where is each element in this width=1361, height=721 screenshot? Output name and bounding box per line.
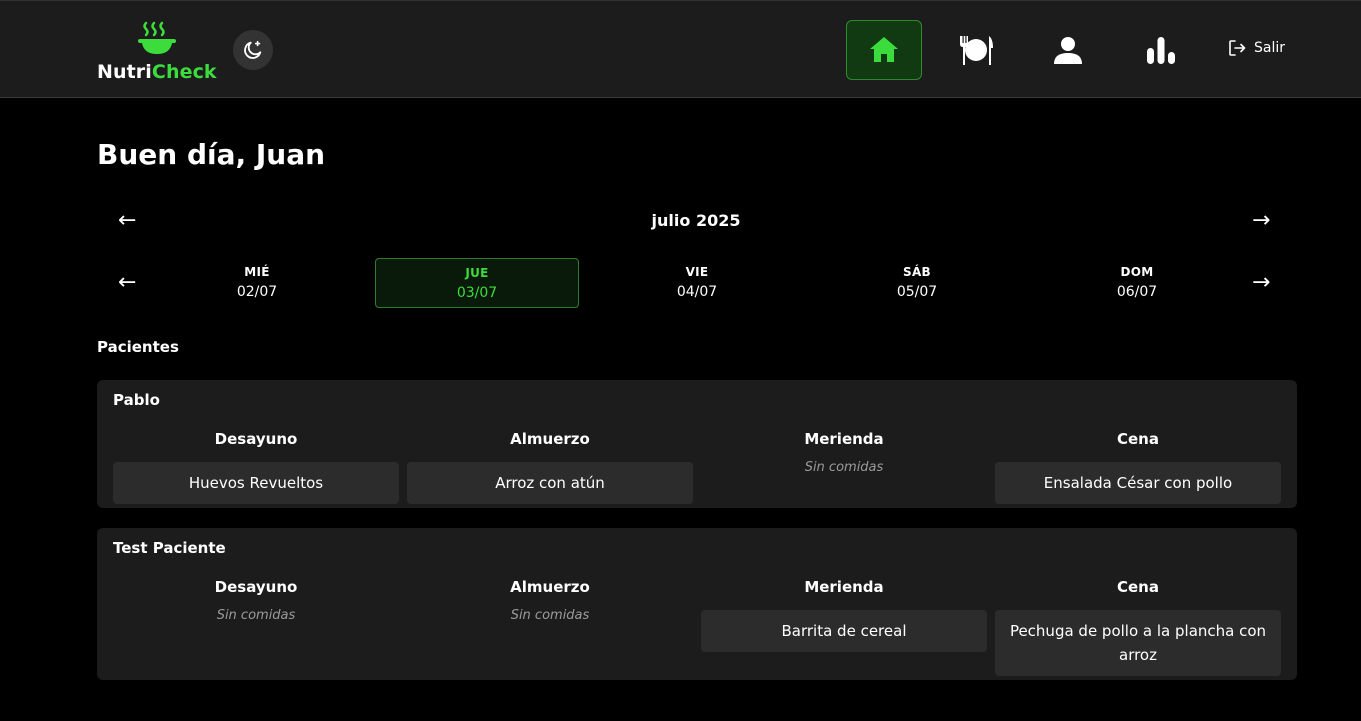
patients-section-title: Pacientes bbox=[97, 338, 179, 356]
day-name: VIE bbox=[685, 265, 709, 279]
nav-home-button[interactable] bbox=[846, 20, 922, 80]
logo-text-nutri: Nutri bbox=[97, 61, 152, 83]
day-name: DOM bbox=[1120, 265, 1154, 279]
meal-header: Almuerzo bbox=[510, 578, 590, 596]
day-thu[interactable]: JUE 03/07 bbox=[375, 258, 579, 308]
nav-meals-button[interactable] bbox=[938, 20, 1014, 80]
meal-item[interactable]: Barrita de cereal bbox=[701, 610, 987, 652]
meal-item[interactable]: Ensalada César con pollo bbox=[995, 462, 1281, 504]
day-date: 06/07 bbox=[1116, 284, 1158, 300]
theme-toggle-button[interactable] bbox=[233, 30, 273, 70]
day-wed[interactable]: MIÉ 02/07 bbox=[155, 258, 359, 308]
no-meals-text: Sin comidas bbox=[804, 460, 884, 475]
day-fri[interactable]: VIE 04/07 bbox=[595, 258, 799, 308]
prev-month-arrow[interactable]: ← bbox=[118, 210, 136, 232]
patient-name: Pablo bbox=[113, 391, 160, 409]
meal-column-dinner: Cena Pechuga de pollo a la plancha con a… bbox=[995, 578, 1281, 676]
top-navbar: NutriCheck Salir bbox=[0, 0, 1361, 98]
next-month-arrow[interactable]: → bbox=[1252, 210, 1270, 232]
day-name: JUE bbox=[465, 266, 489, 280]
day-date: 04/07 bbox=[676, 284, 718, 300]
meal-header: Merienda bbox=[804, 578, 884, 596]
meal-column-breakfast: Desayuno Sin comidas bbox=[113, 578, 399, 623]
meal-column-dinner: Cena Ensalada César con pollo bbox=[995, 430, 1281, 504]
meal-item[interactable]: Huevos Revueltos bbox=[113, 462, 399, 504]
meal-column-snack: Merienda Sin comidas bbox=[701, 430, 987, 475]
meal-header: Cena bbox=[1117, 578, 1159, 596]
no-meals-text: Sin comidas bbox=[510, 608, 590, 623]
meal-item[interactable]: Pechuga de pollo a la plancha con arroz bbox=[995, 610, 1281, 676]
logout-icon bbox=[1229, 40, 1246, 56]
patient-name: Test Paciente bbox=[113, 539, 226, 557]
user-icon bbox=[1054, 37, 1082, 64]
bar-chart-icon bbox=[1147, 37, 1175, 64]
logo-text: NutriCheck bbox=[97, 61, 217, 83]
patient-card: Pablo Desayuno Huevos Revueltos Almuerzo… bbox=[97, 380, 1297, 508]
meal-header: Almuerzo bbox=[510, 430, 590, 448]
home-icon bbox=[870, 37, 898, 62]
steaming-pot-icon bbox=[138, 21, 176, 54]
nav-stats-button[interactable] bbox=[1123, 20, 1199, 80]
next-week-arrow[interactable]: → bbox=[1252, 272, 1270, 294]
day-sun[interactable]: DOM 06/07 bbox=[1035, 258, 1239, 308]
day-name: SÁB bbox=[903, 265, 931, 279]
plate-cutlery-icon bbox=[960, 36, 993, 65]
meal-header: Merienda bbox=[804, 430, 884, 448]
logout-label: Salir bbox=[1254, 40, 1286, 56]
day-sat[interactable]: SÁB 05/07 bbox=[815, 258, 1019, 308]
meal-column-breakfast: Desayuno Huevos Revueltos bbox=[113, 430, 399, 504]
meal-column-snack: Merienda Barrita de cereal bbox=[701, 578, 987, 652]
logo-text-check: Check bbox=[151, 61, 217, 83]
month-label: julio 2025 bbox=[651, 211, 741, 230]
meal-header: Desayuno bbox=[214, 430, 298, 448]
page-title: Buen día, Juan bbox=[97, 138, 326, 171]
moon-star-icon bbox=[244, 40, 262, 59]
logout-button[interactable]: Salir bbox=[1228, 39, 1285, 57]
prev-week-arrow[interactable]: ← bbox=[118, 272, 136, 294]
nav-patients-button[interactable] bbox=[1030, 20, 1106, 80]
meal-column-lunch: Almuerzo Sin comidas bbox=[407, 578, 693, 623]
day-name: MIÉ bbox=[244, 265, 270, 279]
day-date: 03/07 bbox=[456, 285, 498, 301]
meal-header: Cena bbox=[1117, 430, 1159, 448]
nutricheck-logo[interactable]: NutriCheck bbox=[97, 21, 219, 83]
meal-header: Desayuno bbox=[214, 578, 298, 596]
day-date: 02/07 bbox=[236, 284, 278, 300]
meal-item[interactable]: Arroz con atún bbox=[407, 462, 693, 504]
day-date: 05/07 bbox=[896, 284, 938, 300]
patient-card: Test Paciente Desayuno Sin comidas Almue… bbox=[97, 528, 1297, 680]
no-meals-text: Sin comidas bbox=[216, 608, 296, 623]
meal-column-lunch: Almuerzo Arroz con atún bbox=[407, 430, 693, 504]
